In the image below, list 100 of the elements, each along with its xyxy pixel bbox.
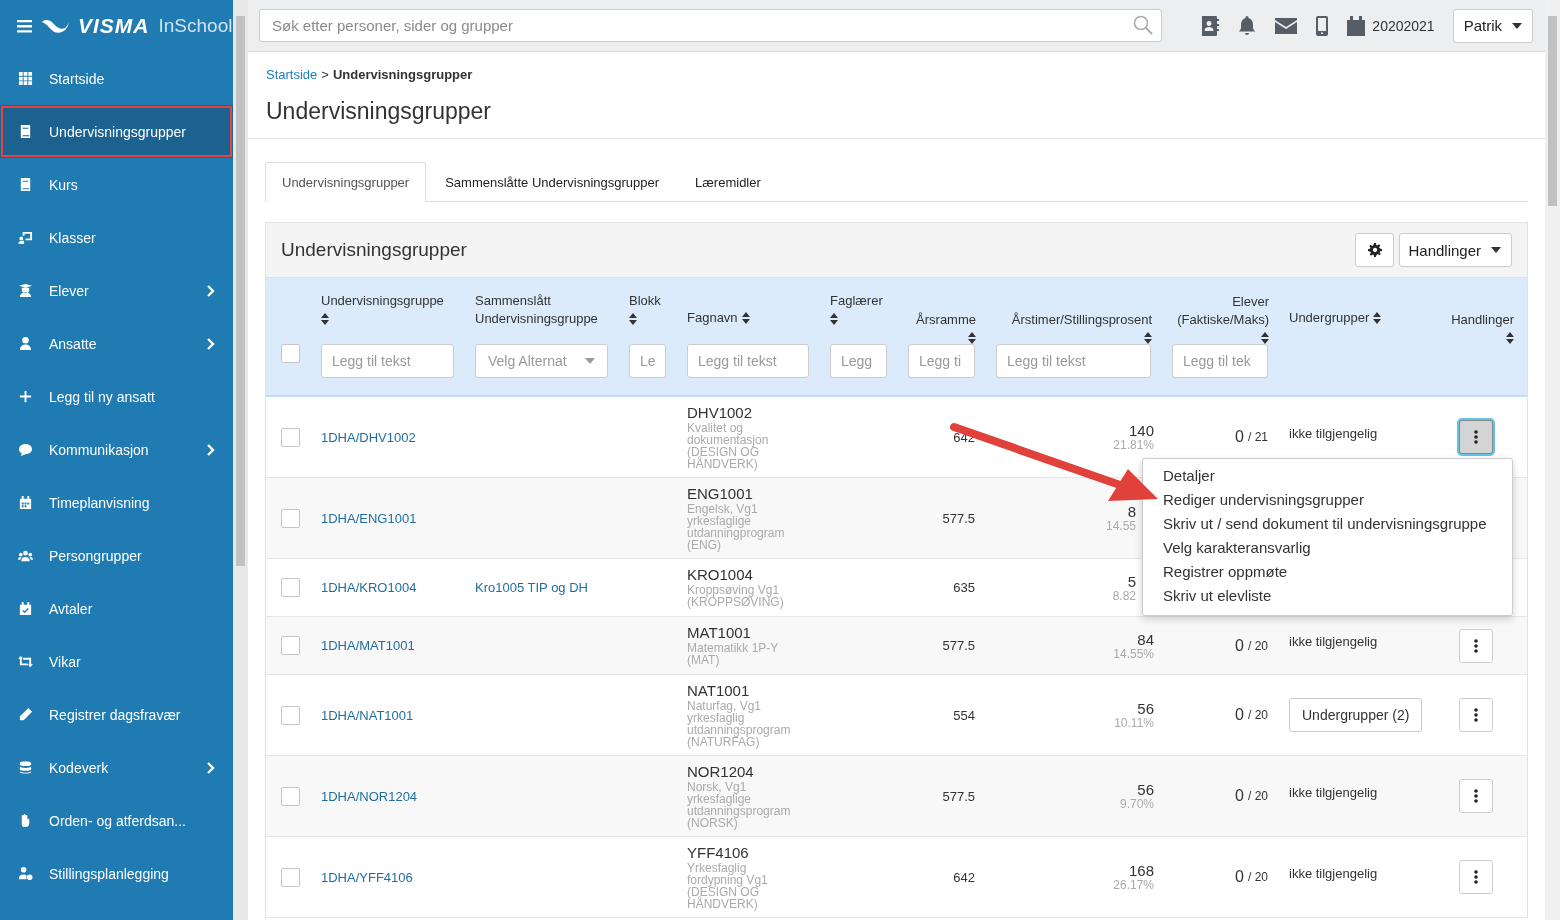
nav-item[interactable]: Kurs xyxy=(0,158,233,211)
tab[interactable]: Sammenslåtte Undervisningsgrupper xyxy=(428,162,677,201)
row-checkbox[interactable] xyxy=(281,705,300,725)
contacts-icon[interactable] xyxy=(1201,15,1220,36)
actions-button[interactable]: Handlinger xyxy=(1399,233,1512,267)
filter-field[interactable]: Le xyxy=(629,344,666,378)
bell-icon[interactable] xyxy=(1238,15,1257,36)
filter-field[interactable]: Legg til tekst xyxy=(321,344,454,378)
nav-item[interactable]: Elever xyxy=(0,264,233,317)
sort-icon[interactable] xyxy=(741,312,750,324)
row-checkbox[interactable] xyxy=(281,867,300,887)
student-max: / 20 xyxy=(1248,789,1268,803)
search-field[interactable]: Søk etter personer, sider og grupper xyxy=(259,9,1162,42)
nav-item[interactable]: Undervisningsgrupper xyxy=(0,105,233,158)
scrollbar[interactable] xyxy=(233,0,248,920)
chevron-right-icon xyxy=(207,443,215,456)
nav-item[interactable]: Klasser xyxy=(0,211,233,264)
calendar-check-icon xyxy=(18,601,33,616)
nav-item[interactable]: Ansatte xyxy=(0,317,233,370)
merged-group-link[interactable]: Kro1005 TIP og DH xyxy=(475,580,588,595)
sort-icon[interactable] xyxy=(321,313,329,325)
row-checkbox[interactable] xyxy=(281,508,300,528)
filter-field[interactable]: Legg til tekst xyxy=(996,344,1151,378)
subgroups-button[interactable]: Undergrupper (2) xyxy=(1289,698,1423,732)
settings-button[interactable] xyxy=(1355,233,1395,267)
column-header[interactable]: Elever (Faktiske/Maks) xyxy=(1172,293,1269,329)
group-link[interactable]: 1DHA/ENG1001 xyxy=(321,510,417,526)
presentation-icon xyxy=(18,230,33,245)
sort-icon[interactable] xyxy=(1506,332,1514,344)
menu-item[interactable]: Skriv ut / send dokument til undervisningsgruppe xyxy=(1163,512,1487,536)
column-header[interactable]: Årstimer/Stillingsprosent xyxy=(1011,311,1152,329)
column-header[interactable]: Handlinger xyxy=(1451,311,1514,329)
column-header[interactable]: Undergrupper xyxy=(1289,309,1370,327)
envelope-icon[interactable] xyxy=(1275,17,1298,34)
school-year[interactable]: 20202021 xyxy=(1372,17,1435,34)
group-link[interactable]: 1DHA/YFF4106 xyxy=(321,869,413,885)
nav-item[interactable]: Startside xyxy=(0,52,233,105)
sort-icon[interactable] xyxy=(830,313,838,325)
scrollbar[interactable] xyxy=(1545,0,1560,920)
menu-item[interactable]: Registrer oppmøte xyxy=(1163,560,1288,584)
group-link[interactable]: 1DHA/NAT1001 xyxy=(321,707,414,723)
column-header[interactable]: Blokk xyxy=(629,292,661,310)
more-button[interactable] xyxy=(1459,860,1493,894)
nav-item[interactable]: Registrer dagsfravær xyxy=(0,688,233,741)
nav-item[interactable]: Vikar xyxy=(0,635,233,688)
tab[interactable]: Undervisningsgrupper xyxy=(265,162,427,202)
graduate-icon xyxy=(18,283,33,298)
group-link[interactable]: 1DHA/MAT1001 xyxy=(321,638,415,653)
user-menu-button[interactable]: Patrik xyxy=(1452,8,1533,43)
menu-item[interactable]: Velg karakteransvarlig xyxy=(1163,536,1311,560)
row-checkbox[interactable] xyxy=(281,786,300,806)
group-link[interactable]: 1DHA/DHV1002 xyxy=(321,429,416,445)
breadcrumb-link[interactable]: Startside xyxy=(266,66,318,82)
menu-item[interactable]: Detaljer xyxy=(1163,464,1215,488)
sort-icon[interactable] xyxy=(1144,332,1152,344)
percentage: 10.11% xyxy=(1114,717,1154,730)
filter-dropdown[interactable]: Velg Alternat xyxy=(475,344,608,378)
row-checkbox[interactable] xyxy=(281,578,300,597)
calendar-icon[interactable] xyxy=(1347,15,1366,36)
filter-field[interactable]: Legg til tek xyxy=(1172,344,1268,378)
more-button[interactable] xyxy=(1459,628,1493,663)
sort-icon[interactable] xyxy=(1373,312,1382,324)
nav-item[interactable]: Kodeverk xyxy=(0,741,233,794)
column-header[interactable]: Undervisningsgruppe xyxy=(321,292,444,310)
filter-field[interactable]: Legg til tekst xyxy=(687,344,809,378)
column-header[interactable]: Årsramme xyxy=(916,311,976,329)
phone-icon[interactable] xyxy=(1316,15,1329,36)
nav-item[interactable]: Persongrupper xyxy=(0,529,233,582)
menu-item[interactable]: Rediger undervisningsgrupper xyxy=(1163,488,1364,512)
more-button[interactable] xyxy=(1459,698,1493,732)
subject-code: ENG1001 xyxy=(687,485,753,503)
nav-item[interactable]: Legg til ny ansatt xyxy=(0,370,233,423)
sort-icon[interactable] xyxy=(1261,332,1269,344)
nav-item[interactable]: Kommunikasjon xyxy=(0,423,233,476)
row-checkbox[interactable] xyxy=(281,427,300,447)
select-all-checkbox[interactable] xyxy=(281,344,300,363)
hours: 8 xyxy=(1127,503,1136,520)
column-header[interactable]: Faglærer xyxy=(830,292,883,310)
subject-name: Engelsk, Vg1 yrkesfaglige utdanningprogram (ENG) xyxy=(687,503,786,551)
column-header[interactable]: Fagnavn xyxy=(687,309,738,327)
sort-icon[interactable] xyxy=(968,332,976,344)
filter-field[interactable]: Legg xyxy=(830,344,887,378)
column-header[interactable]: Sammenslått Undervisningsgruppe xyxy=(475,292,609,328)
nav-item[interactable]: Orden- og atferdsan... xyxy=(0,794,233,847)
plus-icon xyxy=(18,389,33,404)
sort-icon[interactable] xyxy=(629,313,637,325)
more-button[interactable] xyxy=(1459,420,1493,454)
filter-field[interactable]: Legg ti xyxy=(908,344,975,378)
row-checkbox[interactable] xyxy=(281,636,300,655)
nav-item[interactable]: Stillingsplanlegging xyxy=(0,847,233,900)
tab[interactable]: Læremidler xyxy=(678,162,778,201)
more-button[interactable] xyxy=(1459,779,1493,813)
hours: 168 xyxy=(1128,862,1154,879)
nav-item[interactable]: Timeplanvisning xyxy=(0,476,233,529)
group-link[interactable]: 1DHA/KRO1004 xyxy=(321,580,417,595)
subject-code: DHV1002 xyxy=(687,404,753,422)
group-link[interactable]: 1DHA/NOR1204 xyxy=(321,788,418,804)
nav-item[interactable]: Avtaler xyxy=(0,582,233,635)
menu-icon[interactable] xyxy=(17,19,32,33)
menu-item[interactable]: Skriv ut elevliste xyxy=(1163,584,1272,608)
